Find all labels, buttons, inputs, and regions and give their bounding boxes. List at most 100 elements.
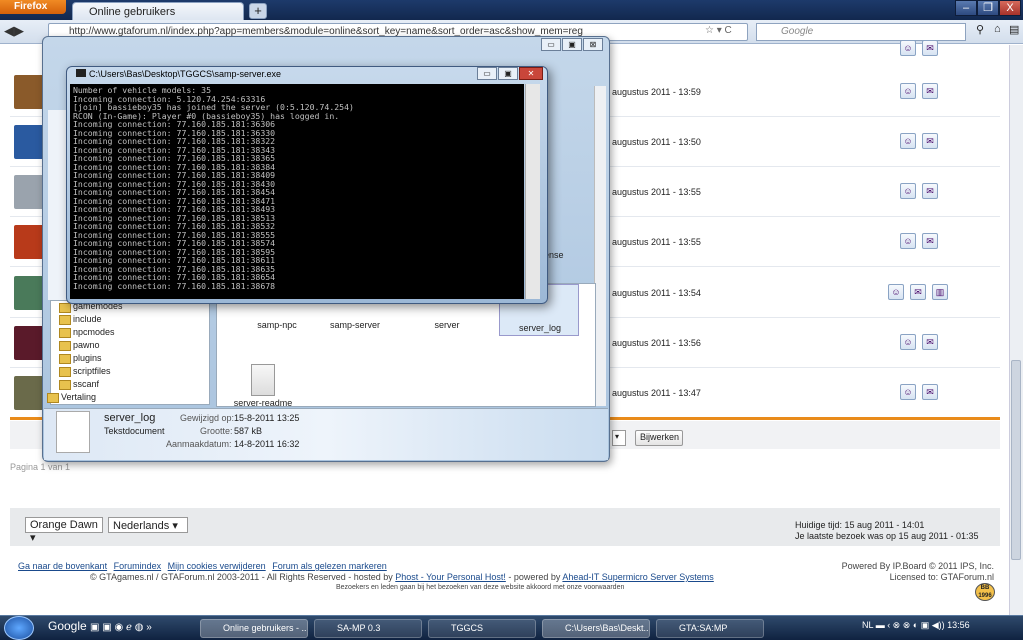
file-label: samp-server	[329, 320, 380, 330]
back-icon[interactable]: ◀	[4, 23, 14, 38]
explorer-window-controls[interactable]: ▭ ▣ ⊠	[540, 38, 606, 52]
explorer-maximize-icon[interactable]: ▣	[562, 38, 582, 51]
message-icon[interactable]: ✉	[922, 183, 938, 199]
profile-icon[interactable]: ☺	[900, 83, 916, 99]
footer-links: Ga naar de bovenkant Forumindex Mijn coo…	[18, 561, 391, 571]
tree-item-plugins[interactable]: plugins	[51, 352, 209, 365]
forward-icon[interactable]: ▶	[14, 23, 24, 38]
tray-icons[interactable]: ▬ ‹ ⊗ ⊗ ◐ ▣ ◀))	[876, 620, 945, 630]
console-output: Number of vehicle models: 35 Incoming co…	[70, 84, 524, 299]
skin-select-value: Orange Dawn	[30, 519, 98, 531]
row-last-action-time: augustus 2011 - 13:50	[612, 137, 701, 147]
tree-item-sscanf[interactable]: sscanf	[51, 378, 209, 391]
explorer-close-icon[interactable]: ⊠	[583, 38, 603, 51]
firefox-menu-button[interactable]: Firefox	[0, 0, 66, 14]
time-info: Huidige tijd: 15 aug 2011 - 14:01 Je laat…	[795, 520, 978, 542]
detail-created: 14-8-2011 16:32	[234, 439, 300, 449]
profile-icon[interactable]: ☺	[900, 133, 916, 149]
host-link[interactable]: Phost - Your Personal Host!	[395, 572, 506, 582]
profile-icon[interactable]: ☺	[888, 284, 904, 300]
document-icon	[56, 411, 90, 453]
row-last-action-time: augustus 2011 - 13:55	[612, 187, 701, 197]
file-label: server	[434, 320, 460, 330]
console-window-controls[interactable]: ▭ ▣ ✕	[476, 67, 544, 81]
profile-icon[interactable]: ☺	[900, 183, 916, 199]
file-label: samp-npc	[257, 320, 297, 330]
message-icon[interactable]: ✉	[922, 133, 938, 149]
language-indicator[interactable]: NL	[862, 620, 873, 630]
current-time: Huidige tijd: 15 aug 2011 - 14:01	[795, 520, 925, 530]
console-scrollbar[interactable]	[525, 84, 540, 299]
profile-icon[interactable]: ☺	[900, 233, 916, 249]
tree-item-pawno[interactable]: pawno	[51, 339, 209, 352]
file-samp-npc[interactable]: samp-npc	[237, 320, 317, 330]
tab-online-gebruikers[interactable]: Online gebruikers	[72, 2, 244, 20]
message-icon[interactable]: ✉	[922, 40, 938, 56]
message-icon[interactable]: ✉	[922, 83, 938, 99]
quicklaunch-icons[interactable]: ▣ ▣ ◉ ℯ ◍ »	[90, 622, 152, 633]
maximize-button[interactable]: ❐	[977, 0, 999, 16]
console-minimize-icon[interactable]: ▭	[477, 67, 497, 80]
licensed-text: Licensed to: GTAForum.nl	[889, 572, 994, 582]
tree-item-npcmodes[interactable]: npcmodes	[51, 326, 209, 339]
console-icon	[76, 69, 86, 77]
message-icon[interactable]: ✉	[910, 284, 926, 300]
profile-icon[interactable]: ☺	[900, 384, 916, 400]
bookmark-star-icon[interactable]: ☆ ▾ C	[705, 25, 755, 39]
back-forward-buttons[interactable]: ◀▶	[4, 23, 44, 41]
explorer-minimize-icon[interactable]: ▭	[541, 38, 561, 51]
taskbar-item-samp[interactable]: SA-MP 0.3	[314, 619, 422, 638]
console-close-icon[interactable]: ✕	[519, 67, 543, 80]
profile-icon[interactable]: ☺	[900, 40, 916, 56]
search-icon[interactable]: ⚲	[970, 23, 990, 41]
row-last-action-time: augustus 2011 - 13:59	[612, 87, 701, 97]
taskbar-item-firefox[interactable]: Online gebruikers - ...	[200, 619, 308, 638]
file-server-readme[interactable]: server-readme	[223, 364, 303, 408]
message-icon[interactable]: ✉	[922, 384, 938, 400]
system-tray: NL ▬ ‹ ⊗ ⊗ ◐ ▣ ◀)) 13:56	[862, 620, 1022, 638]
server-link[interactable]: Ahead-IT Supermicro Server Systems	[562, 572, 713, 582]
detail-name: server_log	[104, 412, 156, 424]
tree-item-include[interactable]: include	[51, 313, 209, 326]
taskbar-item-tggcs[interactable]: TGGCS	[428, 619, 536, 638]
file-label: server_log	[518, 323, 562, 333]
console-maximize-icon[interactable]: ▣	[498, 67, 518, 80]
folder-tree: gamemodes include npcmodes pawno plugins…	[47, 300, 210, 405]
tree-item-scriptfiles[interactable]: scriptfiles	[51, 365, 209, 378]
search-input[interactable]: Google	[756, 23, 966, 41]
skin-select[interactable]: Orange Dawn ▾	[25, 517, 103, 544]
close-button[interactable]: X	[999, 0, 1021, 16]
footer-link-top[interactable]: Ga naar de bovenkant	[18, 561, 107, 571]
bookmarks-menu-icon[interactable]: ▤	[1009, 23, 1023, 41]
clock[interactable]: 13:56	[947, 620, 970, 630]
detail-modified: 15-8-2011 13:25	[234, 413, 300, 423]
message-icon[interactable]: ✉	[922, 233, 938, 249]
message-icon[interactable]: ✉	[922, 334, 938, 350]
taskbar-item-gta[interactable]: GTA:SA:MP	[656, 619, 764, 638]
update-button[interactable]: Bijwerken	[635, 430, 683, 446]
file-samp-server[interactable]: samp-server	[315, 320, 395, 330]
row-last-action-time: augustus 2011 - 13:55	[612, 237, 701, 247]
new-tab-button[interactable]: +	[249, 3, 267, 19]
language-select[interactable]: Nederlands ▾	[108, 517, 188, 533]
copyright-line: © GTAgames.nl / GTAForum.nl 2003-2011 - …	[90, 572, 714, 582]
profile-icon[interactable]: ☺	[900, 334, 916, 350]
tree-item-vertaling[interactable]: Vertaling	[39, 391, 209, 404]
footer-link-index[interactable]: Forumindex	[114, 561, 162, 571]
taskbar-item-console[interactable]: C:\Users\Bas\Deskt...	[542, 619, 650, 638]
scrollbar-thumb[interactable]	[1011, 360, 1021, 560]
row-last-action-time: augustus 2011 - 13:56	[612, 338, 701, 348]
footer-link-mark-read[interactable]: Forum als gelezen markeren	[272, 561, 387, 571]
minimize-button[interactable]: –	[955, 0, 977, 16]
start-button[interactable]	[4, 616, 34, 640]
home-icon[interactable]: ⌂	[994, 23, 1008, 41]
google-label: Google	[48, 619, 87, 633]
detail-size: 587 kB	[234, 426, 263, 436]
blog-icon[interactable]: ▥	[932, 284, 948, 300]
ipboard-badge-icon: BB 1996	[975, 583, 995, 601]
file-label: server-readme	[233, 398, 293, 408]
google-toolbar[interactable]: Google ▣ ▣ ◉ ℯ ◍ »	[48, 619, 182, 638]
file-server[interactable]: server	[407, 320, 487, 330]
sort-dropdown[interactable]: ▾	[612, 430, 626, 446]
footer-link-cookies[interactable]: Mijn cookies verwijderen	[168, 561, 266, 571]
